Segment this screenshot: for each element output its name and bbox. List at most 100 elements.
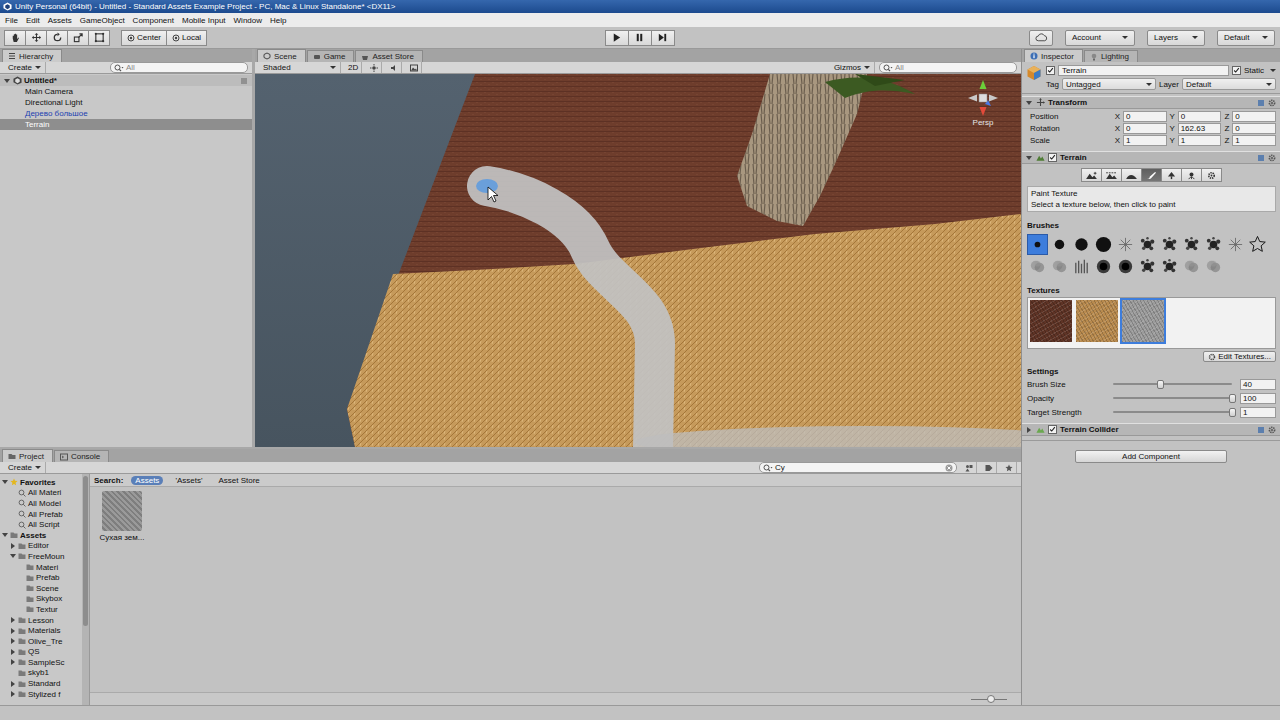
foldout-arrow-icon[interactable] — [11, 543, 15, 549]
brush-swatch[interactable] — [1027, 256, 1048, 277]
move-tool-button[interactable] — [25, 30, 47, 46]
layers-dropdown[interactable]: Layers — [1147, 30, 1205, 46]
foldout-arrow-icon[interactable] — [10, 554, 16, 558]
brush-swatch[interactable] — [1181, 256, 1202, 277]
z-field[interactable]: 1 — [1232, 135, 1276, 146]
setting-value-field[interactable]: 100 — [1240, 393, 1276, 404]
tree-scrollbar[interactable] — [82, 474, 90, 705]
checkbox[interactable] — [1232, 66, 1241, 75]
foldout-arrow-icon[interactable] — [11, 638, 15, 644]
create-dropdown[interactable]: Create — [4, 462, 46, 473]
project-tree-item[interactable]: skyb1 — [0, 668, 82, 679]
pivot-button[interactable]: Local — [166, 30, 207, 46]
menu-item[interactable]: Assets — [48, 16, 72, 25]
project-tree-item[interactable]: Scene — [0, 583, 82, 594]
foldout-arrow-icon[interactable] — [11, 628, 15, 634]
y-field[interactable]: 1 — [1178, 135, 1222, 146]
tag-dropdown[interactable]: Untagged — [1062, 78, 1156, 90]
brush-swatch[interactable] — [1137, 234, 1158, 255]
foldout-arrow-icon[interactable] — [11, 617, 15, 623]
cloud-button[interactable] — [1029, 30, 1053, 46]
hierarchy-item[interactable]: Untitled* — [0, 75, 252, 86]
brush-swatch[interactable] — [1159, 256, 1180, 277]
project-tree-item[interactable]: Textur — [0, 604, 82, 615]
scene-view-tab[interactable]: Game — [307, 50, 355, 62]
brush-swatch[interactable] — [1071, 234, 1092, 255]
step-button[interactable] — [651, 30, 675, 46]
brush-swatch[interactable] — [1137, 256, 1158, 277]
foldout-arrow-icon[interactable] — [1026, 156, 1032, 160]
brush-swatch[interactable] — [1181, 234, 1202, 255]
y-field[interactable]: 162.63 — [1178, 123, 1222, 134]
pause-button[interactable] — [628, 30, 652, 46]
terrain-texture[interactable] — [1122, 300, 1164, 342]
project-tree-item[interactable]: All Model — [0, 498, 82, 509]
brush-swatch[interactable] — [1115, 234, 1136, 255]
z-field[interactable]: 0 — [1232, 111, 1276, 122]
foldout-arrow-icon[interactable] — [2, 480, 8, 484]
orientation-gizmo[interactable]: Persp — [965, 78, 1001, 127]
foldout-arrow-icon[interactable] — [1027, 427, 1031, 433]
hierarchy-item[interactable]: Terrain — [0, 119, 252, 130]
hierarchy-item[interactable]: Directional Light — [0, 97, 252, 108]
brush-swatch[interactable] — [1071, 256, 1092, 277]
rotate-tool-button[interactable] — [46, 30, 68, 46]
project-tree-item[interactable]: SampleSc — [0, 657, 82, 668]
search-field[interactable]: All — [879, 62, 1017, 73]
hierarchy-item[interactable]: Дерево большое — [0, 108, 252, 119]
raise-terrain-tool[interactable] — [1081, 168, 1102, 182]
scene-view-tab[interactable]: Asset Store — [355, 50, 422, 62]
x-field[interactable]: 0 — [1123, 123, 1167, 134]
edit-textures-button[interactable]: Edit Textures... — [1203, 351, 1276, 362]
checkbox[interactable] — [1046, 66, 1055, 75]
brush-swatch[interactable] — [1159, 234, 1180, 255]
menu-item[interactable]: File — [5, 16, 18, 25]
gear-icon[interactable] — [1268, 426, 1276, 434]
hierarchy-tab[interactable]: Hierarchy — [2, 49, 62, 62]
project-tree-item[interactable]: Materials — [0, 625, 82, 636]
project-tree-item[interactable]: All Prefab — [0, 509, 82, 520]
projection-label[interactable]: Persp — [973, 118, 994, 127]
gizmos-dropdown[interactable]: Gizmos — [830, 62, 875, 73]
pivot-button[interactable]: Center — [121, 30, 167, 46]
project-tree-item[interactable]: Materi — [0, 562, 82, 573]
foldout-arrow-icon[interactable] — [4, 79, 10, 83]
inspector-tab[interactable]: Lighting — [1084, 50, 1138, 62]
setting-value-field[interactable]: 1 — [1240, 407, 1276, 418]
terrain-collider-header[interactable]: Terrain Collider — [1022, 423, 1280, 436]
menu-item[interactable]: GameObject — [80, 16, 125, 25]
foldout-arrow-icon[interactable] — [1026, 101, 1032, 105]
checkbox[interactable] — [1048, 153, 1057, 162]
audio-toggle[interactable] — [386, 62, 402, 73]
brush-swatch[interactable] — [1093, 256, 1114, 277]
terrain-scene[interactable] — [255, 74, 1021, 447]
asset-item[interactable]: Сухая зем... — [100, 491, 144, 542]
brush-swatch[interactable] — [1203, 256, 1224, 277]
effects-toggle[interactable] — [406, 62, 422, 73]
transform-component-header[interactable]: Transform — [1022, 96, 1280, 109]
clear-icon[interactable] — [945, 464, 953, 472]
project-tree-item[interactable]: Skybox — [0, 594, 82, 605]
setting-slider[interactable] — [1113, 394, 1232, 403]
project-tree-item[interactable]: Stylized f — [0, 689, 82, 700]
project-tree-item[interactable]: Prefab — [0, 572, 82, 583]
x-field[interactable]: 1 — [1123, 135, 1167, 146]
rect-tool-button[interactable] — [88, 30, 110, 46]
hierarchy-item[interactable]: Main Camera — [0, 86, 252, 97]
search-scope-option[interactable]: Assets — [131, 476, 163, 485]
shading-dropdown[interactable]: Shaded — [259, 62, 341, 73]
brush-swatch[interactable] — [1093, 234, 1114, 255]
paint-terrain-tool[interactable] — [1141, 168, 1162, 182]
menu-item[interactable]: Help — [270, 16, 286, 25]
search-field[interactable]: Су — [759, 462, 957, 473]
project-tree-item[interactable]: Lesson — [0, 615, 82, 626]
gear-icon[interactable] — [1268, 99, 1276, 107]
scene-view-tab[interactable]: Scene — [257, 49, 306, 62]
menu-item[interactable]: Component — [133, 16, 174, 25]
project-tree-item[interactable]: All Materi — [0, 488, 82, 499]
help-book-icon[interactable] — [1257, 99, 1265, 107]
foldout-arrow-icon[interactable] — [11, 691, 15, 697]
filter-label-button[interactable] — [981, 462, 997, 473]
z-field[interactable]: 0 — [1232, 123, 1276, 134]
object-name-field[interactable]: Terrain — [1058, 65, 1229, 76]
